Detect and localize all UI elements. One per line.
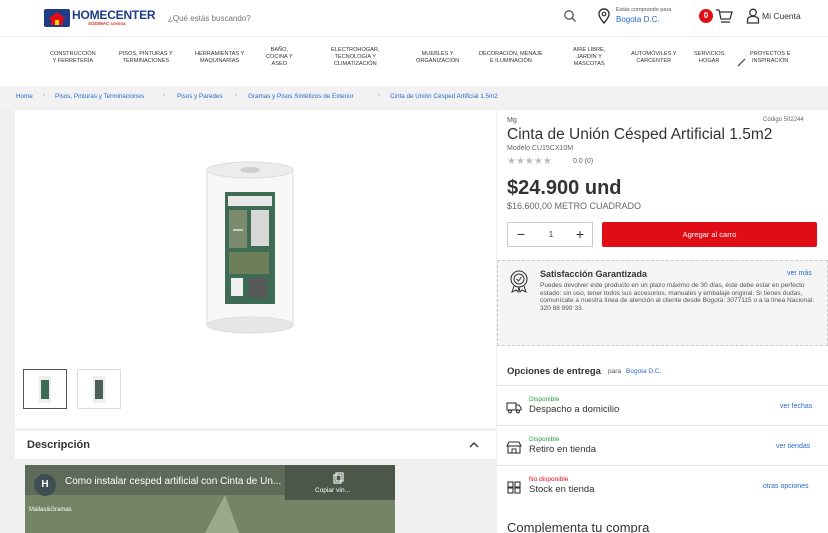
stock-label: Stock en tienda (529, 484, 595, 495)
location-pin-icon[interactable] (598, 8, 610, 24)
house-icon (44, 9, 70, 27)
channel-avatar[interactable]: H (34, 474, 56, 496)
delivery-option-pickup: Disponible Retiro en tienda ver tiendas (497, 425, 828, 465)
account-link[interactable]: Mi Cuenta (762, 11, 801, 21)
guarantee-badge-icon (510, 270, 528, 293)
thumbnail-2[interactable] (77, 369, 121, 409)
rating-stars[interactable]: ★★★★★ (507, 156, 552, 167)
logo-subtext: SODIMAC corona (88, 21, 126, 26)
quantity-stepper: − 1 + (507, 222, 593, 247)
search-input[interactable] (168, 8, 588, 28)
breadcrumb-pisos-pinturas[interactable]: Pisos, Pinturas y Terminaciones (55, 93, 144, 100)
page: HOMECENTER SODIMAC corona Estás comprand… (0, 0, 828, 533)
pickup-status: Disponible (529, 436, 560, 443)
add-to-cart-button[interactable]: Agregar al carro (602, 222, 817, 247)
nav-automoviles[interactable]: Automóviles y carcenter (631, 51, 677, 65)
breadcrumb-gramas[interactable]: Gramas y Pisos Sintéticos de Exterior (248, 93, 354, 100)
breadcrumb-separator: › (43, 92, 46, 99)
breadcrumb-separator: › (163, 92, 166, 99)
delivery-option-home: Disponible Despacho a domicilio ver fech… (497, 385, 828, 425)
other-options-link[interactable]: otras opciones (763, 483, 809, 490)
satisfaction-title: Satisfacción Garantizada (540, 269, 648, 279)
delivery-title: Opciones de entrega (507, 366, 601, 377)
satisfaction-text: Puedes devolver este producto en un plaz… (540, 282, 815, 313)
video-channel: Mallas&Gramas (29, 507, 72, 513)
homecenter-logo[interactable]: HOMECENTER SODIMAC corona (44, 7, 156, 31)
nav-aire-libre[interactable]: Aire libre, jardín y mascotas (573, 47, 605, 68)
header: HOMECENTER SODIMAC corona Estás comprand… (0, 0, 828, 36)
satisfaction-box: Satisfacción Garantizada ver más Puedes … (497, 260, 828, 346)
delivery-for-label: para (608, 368, 622, 375)
delivery-label: Despacho a domicilio (529, 404, 620, 415)
product-brand[interactable]: Mg (507, 117, 517, 124)
video-title[interactable]: Como instalar cesped artificial con Cint… (65, 476, 281, 487)
breadcrumb-pisos-paredes[interactable]: Pisos y Paredes (177, 93, 223, 100)
thumbnail-image (39, 376, 51, 403)
product-model: Modelo CU15CX10M (507, 145, 574, 152)
logo-text: HOMECENTER (72, 8, 156, 22)
breadcrumb-current: Cinta de Unión Césped Artificial 1.5m2 (390, 93, 498, 100)
product-gallery (15, 110, 496, 428)
see-more-link[interactable]: ver más (787, 270, 812, 277)
nav-construccion[interactable]: Construcción y ferretería (50, 51, 96, 65)
product-title: Cinta de Unión Césped Artificial 1.5m2 (507, 126, 773, 143)
see-dates-link[interactable]: ver fechas (780, 403, 812, 410)
pencil-icon (737, 58, 746, 67)
cart-icon[interactable] (715, 7, 733, 25)
thumbnail-1[interactable] (23, 369, 67, 409)
nav-muebles[interactable]: Muebles y organización (416, 51, 459, 65)
chevron-up-icon[interactable] (468, 439, 480, 451)
cart-count-badge: 0 (699, 9, 713, 23)
copy-link-label[interactable]: Copiar vín... (315, 487, 350, 494)
stock-status: No disponible (529, 476, 569, 483)
pickup-label: Retiro en tienda (529, 444, 597, 455)
delivery-option-stock: No disponible Stock en tienda otras opci… (497, 465, 828, 505)
delivery-status: Disponible (529, 396, 560, 403)
nav-proyectos[interactable]: Proyectos e inspiración (750, 51, 790, 65)
complement-title: Complementa tu compra (507, 520, 650, 533)
product-image[interactable] (205, 160, 295, 335)
video-player[interactable]: H Como instalar cesped artificial con Ci… (25, 465, 395, 533)
breadcrumb: Home › Pisos, Pinturas y Terminaciones ›… (0, 86, 828, 108)
description-header[interactable]: Descripción (15, 431, 496, 459)
product-info: Mg Código 502244 Cinta de Unión Césped A… (497, 110, 828, 533)
thumbnail-image (93, 376, 105, 403)
delivery-city-link[interactable]: Bogota D.C. (626, 368, 661, 375)
unit-price: $16.600,00 METRO CUADRADO (507, 201, 642, 211)
breadcrumb-home[interactable]: Home (16, 93, 33, 100)
truck-icon (506, 402, 522, 414)
nav-electrohogar[interactable]: Electrohogar, tecnología y climatización (331, 47, 380, 68)
search-icon[interactable] (563, 9, 577, 23)
copy-icon[interactable] (333, 472, 345, 484)
rating-value: 0.0 (0) (573, 158, 594, 165)
grid-icon (507, 481, 521, 494)
product-price: $24.900 und (507, 177, 622, 199)
nav-bano[interactable]: Baño, cocina y aseo (266, 47, 293, 68)
breadcrumb-separator: › (235, 92, 238, 99)
quantity-value[interactable]: 1 (542, 230, 560, 239)
user-icon[interactable] (746, 8, 760, 24)
quantity-decrease-button[interactable]: − (513, 227, 529, 243)
description-title: Descripción (27, 439, 90, 451)
category-nav: Construcción y ferretería Pisos, pinturas… (0, 36, 828, 86)
quantity-increase-button[interactable]: + (572, 227, 588, 243)
location-city[interactable]: Bogota D.C. (616, 15, 660, 24)
see-stores-link[interactable]: ver tiendas (776, 443, 810, 450)
breadcrumb-separator: › (378, 92, 381, 99)
store-icon (506, 441, 522, 454)
nav-servicios[interactable]: Servicios hogar (694, 51, 724, 65)
location-label: Estás comprando para (616, 7, 672, 13)
product-code: Código 502244 (763, 117, 804, 123)
nav-pisos[interactable]: Pisos, pinturas y terminaciones (119, 51, 173, 65)
nav-herramientas[interactable]: Herramientas y maquinarias (195, 51, 244, 65)
nav-decoracion[interactable]: Decoración, menaje e iluminación (479, 51, 543, 65)
